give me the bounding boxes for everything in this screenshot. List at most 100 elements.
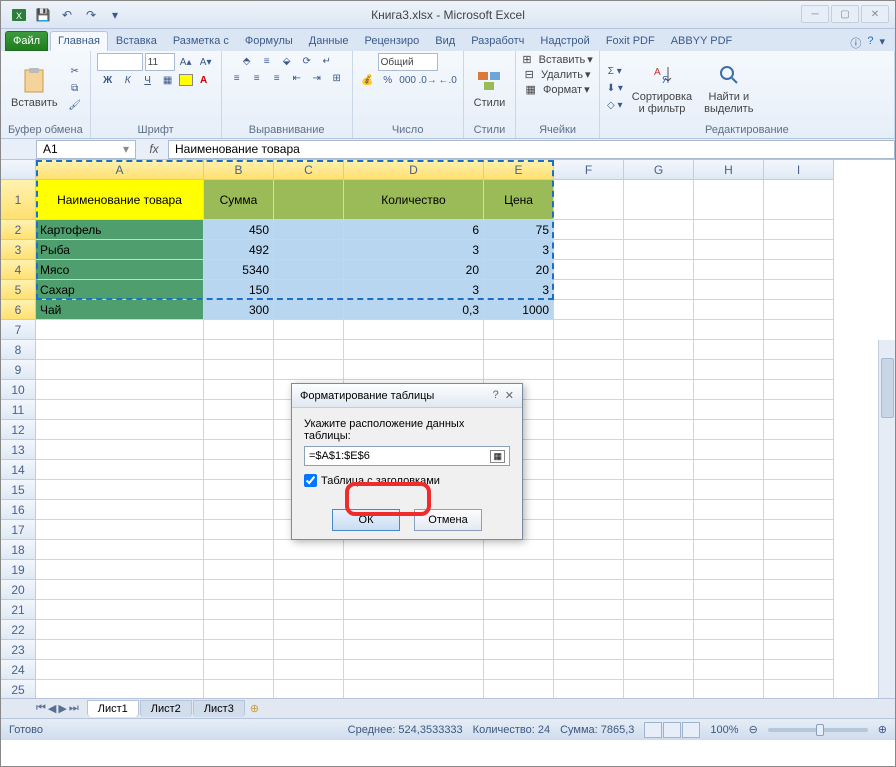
- cell-E3[interactable]: 3: [484, 240, 554, 260]
- cell-empty[interactable]: [204, 360, 274, 380]
- cell-empty[interactable]: [344, 580, 484, 600]
- cell-empty[interactable]: [764, 620, 834, 640]
- cell-C3[interactable]: [274, 240, 344, 260]
- cell-empty[interactable]: [344, 540, 484, 560]
- cell-empty[interactable]: [694, 380, 764, 400]
- cell-empty[interactable]: [764, 660, 834, 680]
- cell-empty[interactable]: [36, 440, 204, 460]
- cell-empty[interactable]: [484, 580, 554, 600]
- cell-empty[interactable]: [694, 480, 764, 500]
- cancel-button[interactable]: Отмена: [414, 509, 482, 531]
- cell-empty[interactable]: [36, 400, 204, 420]
- zoom-out-icon[interactable]: ⊖: [749, 723, 758, 736]
- cell-empty[interactable]: [36, 680, 204, 698]
- cell-empty[interactable]: [624, 500, 694, 520]
- headers-checkbox-input[interactable]: [304, 474, 317, 487]
- row-header-25[interactable]: 25: [1, 680, 36, 698]
- merge-icon[interactable]: ⊞: [328, 70, 346, 86]
- sheet-nav-prev-icon[interactable]: ◀: [48, 702, 56, 715]
- cell-empty[interactable]: [764, 600, 834, 620]
- cell-empty[interactable]: [764, 320, 834, 340]
- cell-empty[interactable]: [624, 340, 694, 360]
- scrollbar-thumb[interactable]: [881, 358, 894, 418]
- col-header-E[interactable]: E: [484, 160, 554, 180]
- tab-abbyy[interactable]: ABBYY PDF: [663, 31, 741, 51]
- cell-B5[interactable]: 150: [204, 280, 274, 300]
- cell-empty[interactable]: [204, 380, 274, 400]
- cell-empty[interactable]: [624, 580, 694, 600]
- cell-empty[interactable]: [204, 420, 274, 440]
- cell-empty[interactable]: [694, 620, 764, 640]
- ribbon-options-icon[interactable]: ▾: [879, 35, 885, 51]
- cell-empty[interactable]: [694, 460, 764, 480]
- row-header-24[interactable]: 24: [1, 660, 36, 680]
- cell-empty[interactable]: [554, 540, 624, 560]
- cell-E2[interactable]: 75: [484, 220, 554, 240]
- cell-empty[interactable]: [764, 580, 834, 600]
- sheet-tab-3[interactable]: Лист3: [193, 700, 245, 717]
- cell-empty[interactable]: [344, 360, 484, 380]
- row-header-20[interactable]: 20: [1, 580, 36, 600]
- cell-empty[interactable]: [274, 360, 344, 380]
- cell-empty[interactable]: [764, 180, 834, 220]
- cell-empty[interactable]: [274, 560, 344, 580]
- cut-icon[interactable]: ✂: [66, 63, 84, 79]
- cell-empty[interactable]: [764, 340, 834, 360]
- cell-empty[interactable]: [694, 360, 764, 380]
- cell-empty[interactable]: [554, 480, 624, 500]
- cell-empty[interactable]: [204, 460, 274, 480]
- row-header-22[interactable]: 22: [1, 620, 36, 640]
- cell-empty[interactable]: [694, 300, 764, 320]
- cell-empty[interactable]: [554, 240, 624, 260]
- cell-empty[interactable]: [204, 340, 274, 360]
- align-center-icon[interactable]: ≡: [248, 70, 266, 86]
- cell-A6[interactable]: Чай: [36, 300, 204, 320]
- cell-empty[interactable]: [344, 680, 484, 698]
- cell-empty[interactable]: [36, 540, 204, 560]
- cell-empty[interactable]: [204, 440, 274, 460]
- cell-C2[interactable]: [274, 220, 344, 240]
- decrease-indent-icon[interactable]: ⇤: [288, 70, 306, 86]
- cell-empty[interactable]: [36, 640, 204, 660]
- cell-empty[interactable]: [36, 580, 204, 600]
- tab-view[interactable]: Вид: [427, 31, 463, 51]
- cell-empty[interactable]: [694, 220, 764, 240]
- cell-empty[interactable]: [694, 540, 764, 560]
- cell-empty[interactable]: [694, 280, 764, 300]
- comma-icon[interactable]: 000: [399, 72, 417, 88]
- cell-empty[interactable]: [484, 560, 554, 580]
- cell-empty[interactable]: [694, 420, 764, 440]
- col-header-H[interactable]: H: [694, 160, 764, 180]
- paste-button[interactable]: Вставить: [7, 65, 62, 111]
- cell-empty[interactable]: [484, 360, 554, 380]
- cell-empty[interactable]: [554, 460, 624, 480]
- cell-empty[interactable]: [36, 520, 204, 540]
- vertical-scrollbar[interactable]: [878, 340, 895, 698]
- align-right-icon[interactable]: ≡: [268, 70, 286, 86]
- cell-empty[interactable]: [274, 640, 344, 660]
- cell-empty[interactable]: [204, 600, 274, 620]
- cell-empty[interactable]: [484, 540, 554, 560]
- cell-empty[interactable]: [484, 600, 554, 620]
- cell-empty[interactable]: [554, 640, 624, 660]
- decrease-decimal-icon[interactable]: ←.0: [439, 72, 457, 88]
- ok-button[interactable]: ОК: [332, 509, 400, 531]
- cell-empty[interactable]: [344, 340, 484, 360]
- cell-empty[interactable]: [274, 540, 344, 560]
- row-header-15[interactable]: 15: [1, 480, 36, 500]
- zoom-in-icon[interactable]: ⊕: [878, 723, 887, 736]
- cell-empty[interactable]: [764, 480, 834, 500]
- select-all-corner[interactable]: [1, 160, 36, 180]
- cell-empty[interactable]: [694, 660, 764, 680]
- cell-empty[interactable]: [554, 280, 624, 300]
- fill-icon[interactable]: ⬇ ▾: [606, 80, 624, 96]
- cell-empty[interactable]: [554, 660, 624, 680]
- cell-empty[interactable]: [624, 680, 694, 698]
- new-sheet-icon[interactable]: ⊕: [250, 702, 259, 715]
- row-header-19[interactable]: 19: [1, 560, 36, 580]
- cell-empty[interactable]: [694, 340, 764, 360]
- cell-empty[interactable]: [484, 640, 554, 660]
- cell-A5[interactable]: Сахар: [36, 280, 204, 300]
- percent-icon[interactable]: %: [379, 72, 397, 88]
- cell-empty[interactable]: [624, 640, 694, 660]
